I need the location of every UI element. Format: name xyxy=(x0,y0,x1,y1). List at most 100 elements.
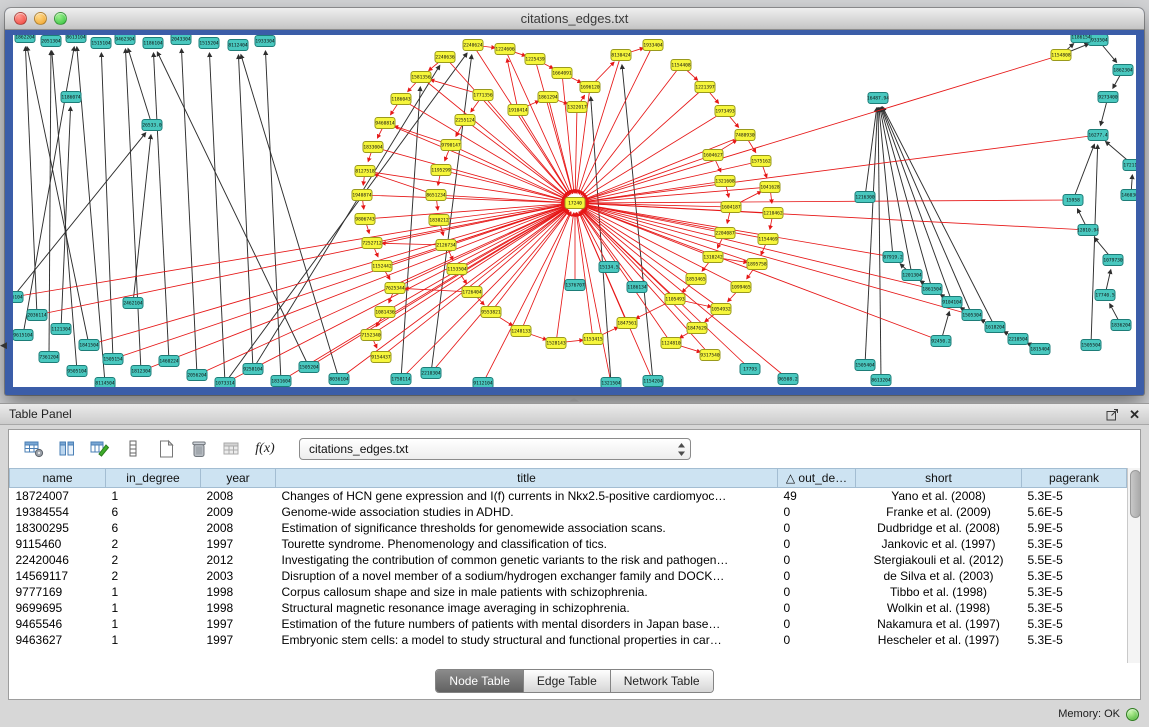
network-node[interactable]: 92450.2 xyxy=(931,336,951,347)
network-node[interactable]: 1248133 xyxy=(511,326,531,337)
network-node[interactable]: 1836204 xyxy=(1111,320,1131,331)
network-node[interactable]: 96508.2 xyxy=(778,374,798,385)
network-edge[interactable] xyxy=(878,108,881,380)
float-panel-icon[interactable] xyxy=(1106,408,1119,421)
network-edge[interactable] xyxy=(128,49,152,125)
network-node[interactable]: 1054932 xyxy=(711,304,731,315)
network-node[interactable]: 1812304 xyxy=(131,366,151,377)
table-cell[interactable]: 0 xyxy=(778,552,856,568)
network-node[interactable]: 2210504 xyxy=(1008,334,1028,345)
network-node[interactable]: 2204087 xyxy=(715,228,735,239)
table-cell[interactable]: 0 xyxy=(778,584,856,600)
table-cell[interactable]: 1 xyxy=(106,632,201,648)
table-cell[interactable]: Corpus callosum shape and size in male p… xyxy=(276,584,778,600)
network-node[interactable]: 1515104 xyxy=(91,38,111,49)
column-header-out_de[interactable]: △ out_de… xyxy=(778,469,856,488)
network-node[interactable]: 1124810 xyxy=(661,338,681,349)
network-node[interactable]: 2240636 xyxy=(435,52,455,63)
network-node[interactable]: 2056204 xyxy=(187,370,207,381)
table-cell[interactable]: Wolkin et al. (1998) xyxy=(856,600,1022,616)
network-node[interactable]: 1505304 xyxy=(962,310,982,321)
network-node[interactable]: 2126734 xyxy=(436,240,456,251)
network-node[interactable]: 1153504 xyxy=(447,264,467,275)
network-node[interactable]: 1186134 xyxy=(627,282,647,293)
table-row[interactable]: 2242004622012Investigating the contribut… xyxy=(10,552,1127,568)
select-columns-button[interactable] xyxy=(54,436,80,462)
table-cell[interactable]: Stergiakouli et al. (2012) xyxy=(856,552,1022,568)
network-node[interactable]: 1505154 xyxy=(103,354,123,365)
network-node[interactable]: 8112404 xyxy=(228,40,248,51)
network-node[interactable]: 8613104 xyxy=(66,35,86,43)
row-options-button[interactable] xyxy=(120,436,146,462)
network-node[interactable]: 1853465 xyxy=(686,274,706,285)
table-cell[interactable]: 0 xyxy=(778,600,856,616)
network-node[interactable]: 1604627 xyxy=(703,150,723,161)
network-node[interactable]: 9462304 xyxy=(115,35,135,45)
table-cell[interactable]: Estimation of the future numbers of pati… xyxy=(276,616,778,632)
minimize-window-button[interactable] xyxy=(34,12,47,25)
network-node[interactable]: 15958 xyxy=(1063,195,1083,206)
table-cell[interactable]: Nakamura et al. (1997) xyxy=(856,616,1022,632)
scrollbar-thumb[interactable] xyxy=(1130,470,1140,518)
network-edge[interactable] xyxy=(575,107,577,193)
network-node[interactable]: 1505504 xyxy=(1081,340,1101,351)
table-cell[interactable]: Embryonic stem cells: a model to study s… xyxy=(276,632,778,648)
network-node[interactable]: 9112104 xyxy=(473,378,493,388)
table-cell[interactable]: 2008 xyxy=(201,488,276,504)
zoom-window-button[interactable] xyxy=(54,12,67,25)
network-node[interactable]: 1321504 xyxy=(601,378,621,388)
table-cell[interactable]: 1997 xyxy=(201,536,276,552)
network-edge[interactable] xyxy=(89,206,565,345)
network-node[interactable]: 9806743 xyxy=(355,214,375,225)
network-node[interactable]: 1153415 xyxy=(583,334,603,345)
table-cell[interactable]: 2 xyxy=(106,552,201,568)
network-node[interactable]: 9615104 xyxy=(13,330,33,341)
network-edge[interactable] xyxy=(181,49,197,375)
table-row[interactable]: 977716911998Corpus callosum shape and si… xyxy=(10,584,1127,600)
table-row[interactable]: 1938455462009Genome-wide association stu… xyxy=(10,504,1127,520)
network-node[interactable]: 1201304 xyxy=(902,270,922,281)
network-node[interactable]: 1836104 xyxy=(13,292,23,303)
network-edge[interactable] xyxy=(580,212,609,267)
network-node[interactable]: 1154469 xyxy=(758,234,778,245)
network-node[interactable]: 2240624 xyxy=(463,40,483,51)
network-edge[interactable] xyxy=(265,51,281,381)
network-edge[interactable] xyxy=(362,195,565,203)
import-table-button[interactable] xyxy=(219,436,245,462)
network-node[interactable]: 8127518 xyxy=(355,166,375,177)
network-node[interactable]: 16277.4 xyxy=(1088,130,1108,141)
table-cell[interactable]: 0 xyxy=(778,520,856,536)
table-cell[interactable]: 1998 xyxy=(201,600,276,616)
network-edge[interactable] xyxy=(309,208,566,367)
network-node[interactable]: 87919.2 xyxy=(883,252,903,263)
network-node[interactable]: 1505204 xyxy=(299,362,319,373)
table-cell[interactable]: 1997 xyxy=(201,616,276,632)
network-edge[interactable] xyxy=(578,55,621,193)
network-node[interactable]: 17740.5 xyxy=(1095,290,1115,301)
network-node[interactable]: 1933304 xyxy=(255,36,275,47)
network-canvas[interactable]: 1724022406361581356118604394608141833004… xyxy=(13,35,1136,387)
network-node[interactable]: 1581356 xyxy=(411,72,431,83)
table-cell[interactable]: 2009 xyxy=(201,504,276,520)
network-node[interactable]: 7252712 xyxy=(362,238,382,249)
table-cell[interactable]: 49 xyxy=(778,488,856,504)
close-panel-icon[interactable]: ✕ xyxy=(1129,408,1140,421)
network-node[interactable]: 9460814 xyxy=(375,118,395,129)
table-cell[interactable]: 5.3E-5 xyxy=(1022,488,1127,504)
network-edge[interactable] xyxy=(445,57,568,196)
network-node[interactable]: 1152442 xyxy=(372,261,392,272)
table-cell[interactable]: de Silva et al. (2003) xyxy=(856,568,1022,584)
tab-edge-table[interactable]: Edge Table xyxy=(524,670,611,692)
network-edge[interactable] xyxy=(154,53,169,361)
network-edge[interactable] xyxy=(585,200,1073,203)
network-node[interactable]: 1154204 xyxy=(643,376,663,387)
network-node[interactable]: 7625344 xyxy=(385,283,405,294)
network-edge[interactable] xyxy=(583,209,788,379)
table-cell[interactable]: 9463627 xyxy=(10,632,106,648)
network-node[interactable]: 9317540 xyxy=(700,350,720,361)
table-cell[interactable]: 2008 xyxy=(201,520,276,536)
network-node[interactable]: 26533.0 xyxy=(142,120,162,131)
network-node[interactable]: 1940874 xyxy=(352,190,372,201)
network-view-window[interactable]: citations_edges.txt 17240224063615813561… xyxy=(5,8,1144,395)
network-node[interactable]: 1861504 xyxy=(922,284,942,295)
